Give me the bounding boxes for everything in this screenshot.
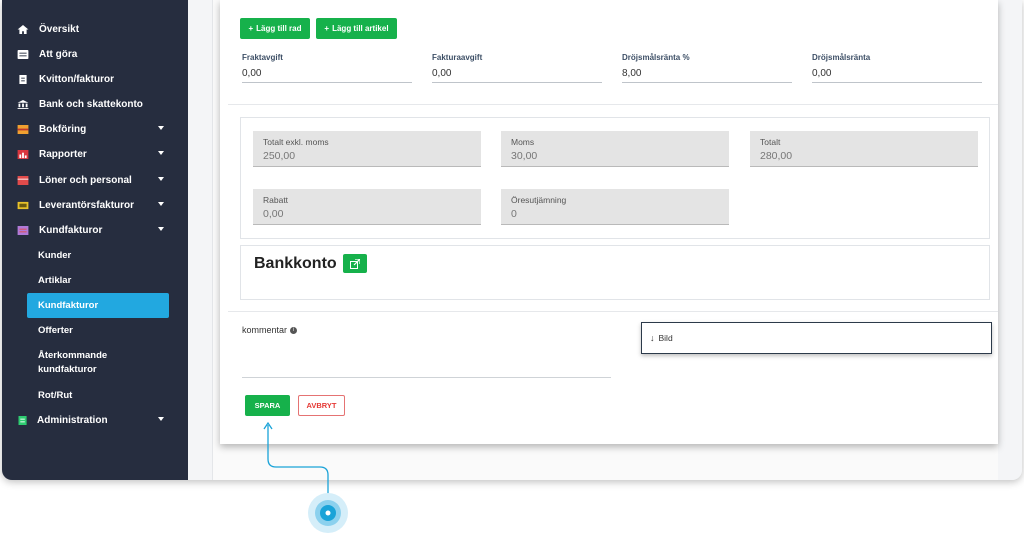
sidebar-item-label: Bank och skattekonto bbox=[39, 98, 143, 110]
chevron-down-icon bbox=[158, 151, 164, 155]
sidebar-item-label: Administration bbox=[37, 414, 108, 426]
fee-label-frakt: Fraktavgift bbox=[242, 53, 283, 62]
vat-value: 30,00 bbox=[511, 150, 538, 162]
home-icon bbox=[17, 24, 29, 34]
add-row-button[interactable]: + Lägg till rad bbox=[240, 18, 310, 39]
comment-field[interactable] bbox=[242, 340, 611, 378]
chevron-down-icon bbox=[158, 202, 164, 206]
sidebar-item-label: Att göra bbox=[39, 48, 78, 60]
callout-center bbox=[325, 510, 331, 516]
sidebar-item-kundfakturor[interactable]: Kundfakturor bbox=[2, 219, 188, 241]
rounding: Öresutjämning 0 bbox=[501, 189, 729, 225]
fee-input-drojsmal[interactable]: 0,00 bbox=[812, 68, 982, 83]
image-label: Bild bbox=[658, 333, 673, 343]
sidebar-subitem-artiklar[interactable]: Artiklar bbox=[27, 274, 169, 288]
arrow-down-icon: ↓ bbox=[650, 333, 655, 343]
sidebar-item-att-gora[interactable]: Att göra bbox=[2, 43, 188, 65]
discount-label: Rabatt bbox=[263, 195, 289, 205]
callout-pointer bbox=[263, 421, 348, 533]
grand-total-label: Totalt bbox=[760, 137, 781, 147]
customer-invoice-icon bbox=[17, 225, 29, 235]
sidebar: Översikt Att göra Kvitton/fakturor Bank … bbox=[2, 0, 188, 480]
sidebar-item-label: Rapporter bbox=[39, 148, 87, 160]
sidebar-item-leverantorsfakturor[interactable]: Leverantörsfakturor bbox=[2, 194, 188, 216]
discount: Rabatt 0,00 bbox=[253, 189, 481, 225]
fee-label-drojsmal: Dröjsmålsränta bbox=[812, 53, 871, 62]
list-icon bbox=[17, 49, 29, 59]
sidebar-item-rapporter[interactable]: Rapporter bbox=[2, 143, 188, 165]
total-excl-vat-value: 250,00 bbox=[263, 150, 296, 162]
open-bank-button[interactable] bbox=[343, 254, 367, 273]
comment-label-row: kommentar i bbox=[242, 325, 298, 335]
sidebar-item-label: Kvitton/fakturor bbox=[39, 73, 114, 85]
chevron-down-icon bbox=[158, 227, 164, 231]
add-article-button[interactable]: + Lägg till artikel bbox=[316, 18, 397, 39]
rounding-value: 0 bbox=[511, 208, 517, 220]
discount-value: 0,00 bbox=[263, 208, 284, 220]
chevron-down-icon bbox=[158, 126, 164, 130]
external-link-icon bbox=[350, 258, 360, 269]
vat-label: Moms bbox=[511, 137, 535, 147]
sidebar-subitem-aterkommande[interactable]: Återkommande kundfakturor bbox=[27, 349, 127, 377]
bank-icon bbox=[17, 99, 29, 109]
fee-input-drojsmal-procent[interactable]: 8,00 bbox=[622, 68, 792, 83]
chevron-down-icon bbox=[158, 417, 164, 421]
total-excl-vat-label: Totalt exkl. moms bbox=[263, 137, 329, 147]
sidebar-subitem-rotrut[interactable]: Rot/Rut bbox=[27, 389, 169, 403]
sidebar-item-bank[interactable]: Bank och skattekonto bbox=[2, 93, 188, 115]
plus-icon: + bbox=[248, 24, 254, 33]
wallet-icon bbox=[17, 175, 29, 185]
grand-total-value: 280,00 bbox=[760, 150, 793, 162]
grand-total: Totalt 280,00 bbox=[750, 131, 978, 167]
receipt-icon bbox=[19, 74, 27, 84]
chevron-down-icon bbox=[158, 177, 164, 181]
chart-icon bbox=[17, 149, 29, 159]
sidebar-subitem-offerter[interactable]: Offerter bbox=[27, 324, 169, 338]
image-upload-field[interactable]: ↓ Bild bbox=[641, 322, 992, 354]
sidebar-item-kvitton[interactable]: Kvitton/fakturor bbox=[2, 68, 188, 90]
vat-total: Moms 30,00 bbox=[501, 131, 729, 167]
sidebar-subitem-kunder[interactable]: Kunder bbox=[27, 249, 169, 263]
fee-label-drojsmal-procent: Dröjsmålsränta % bbox=[622, 53, 690, 62]
plus-icon: + bbox=[324, 24, 330, 33]
divider bbox=[228, 311, 998, 312]
sidebar-subitem-kundfakturor[interactable]: Kundfakturor bbox=[27, 293, 169, 318]
fee-input-frakt[interactable]: 0,00 bbox=[242, 68, 412, 83]
fee-input-faktura[interactable]: 0,00 bbox=[432, 68, 602, 83]
sidebar-item-oversikt[interactable]: Översikt bbox=[2, 18, 188, 40]
divider bbox=[228, 104, 998, 105]
save-button[interactable]: SPARA bbox=[245, 395, 290, 416]
rounding-label: Öresutjämning bbox=[511, 195, 567, 205]
book-icon bbox=[17, 124, 29, 134]
info-icon[interactable]: i bbox=[290, 326, 298, 334]
comment-label: kommentar bbox=[242, 325, 288, 335]
admin-icon bbox=[18, 415, 27, 425]
fee-label-faktura: Fakturaavgift bbox=[432, 53, 483, 62]
supplier-invoice-icon bbox=[17, 201, 29, 209]
sidebar-item-label: Översikt bbox=[39, 23, 80, 35]
cancel-button[interactable]: AVBRYT bbox=[298, 395, 345, 416]
sidebar-item-administration[interactable]: Administration bbox=[2, 409, 188, 431]
sidebar-item-label: Kundfakturor bbox=[39, 224, 103, 236]
bank-title: Bankkonto bbox=[254, 255, 337, 272]
sidebar-item-bokforing[interactable]: Bokföring bbox=[2, 118, 188, 140]
sidebar-item-label: Bokföring bbox=[39, 123, 87, 135]
sidebar-item-label: Leverantörsfakturor bbox=[39, 199, 135, 211]
total-excl-vat: Totalt exkl. moms 250,00 bbox=[253, 131, 481, 167]
sidebar-item-label: Löner och personal bbox=[39, 174, 132, 186]
sidebar-item-loner[interactable]: Löner och personal bbox=[2, 169, 188, 191]
